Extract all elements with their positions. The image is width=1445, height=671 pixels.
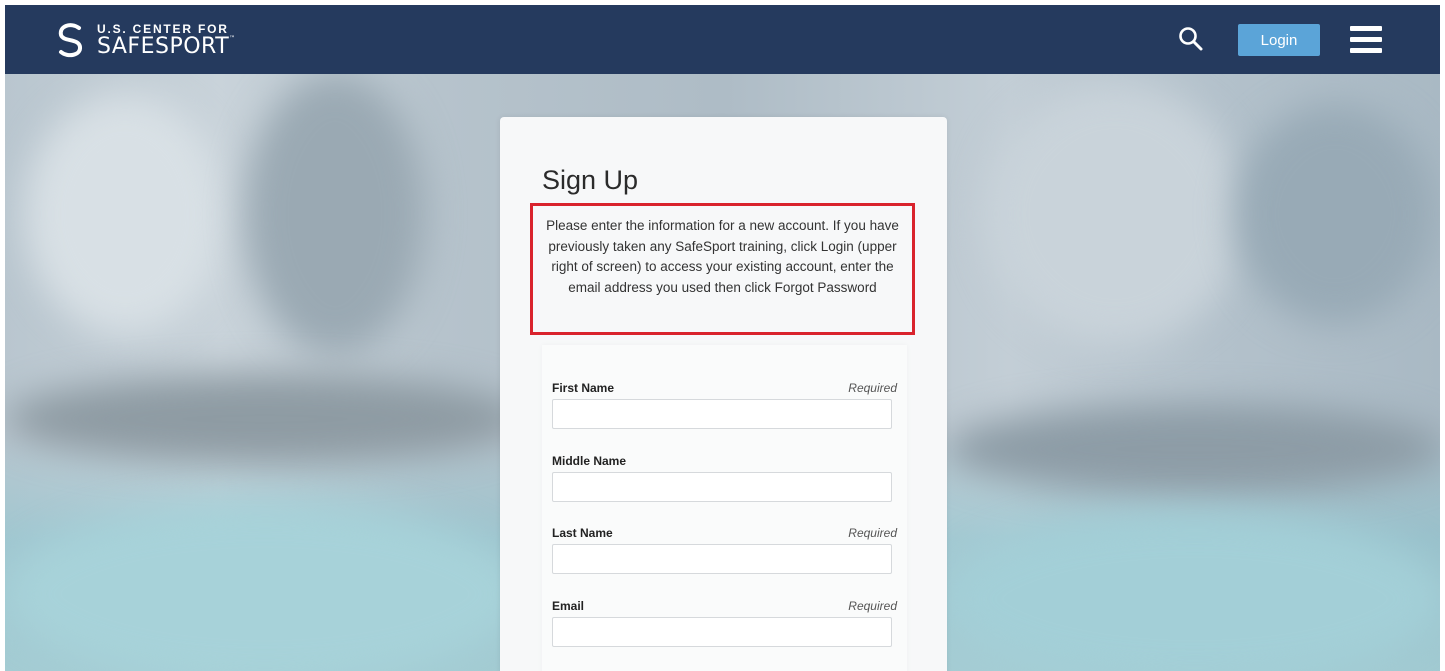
background-blur-shape: [245, 74, 425, 354]
logo-text: U.S. CENTER FOR SAFESPORT™: [97, 23, 236, 58]
signup-form: First Name Required Middle Name Last Nam…: [542, 345, 907, 671]
middle-name-input[interactable]: [552, 472, 892, 502]
menu-bar: [1350, 48, 1382, 53]
account-notice: Please enter the information for a new a…: [530, 203, 915, 335]
login-button[interactable]: Login: [1238, 24, 1320, 56]
background-blur-shape: [945, 404, 1440, 494]
top-navbar: U.S. CENTER FOR SAFESPORT™ Login: [5, 5, 1440, 74]
required-indicator: Required: [848, 599, 897, 613]
safesport-logo-mark-icon: [58, 23, 82, 58]
logo-line2: SAFESPORT: [97, 33, 230, 59]
search-icon: [1179, 27, 1203, 51]
background-blur-shape: [5, 504, 525, 671]
middle-name-label: Middle Name: [552, 454, 627, 468]
logo-trademark: ™: [229, 34, 236, 42]
email-label: Email: [552, 599, 585, 613]
first-name-input[interactable]: [552, 399, 892, 429]
logo-line2-wrap: SAFESPORT™: [97, 33, 236, 59]
background-blur-shape: [985, 84, 1245, 344]
menu-bar: [1350, 26, 1382, 31]
signup-card: Sign Up Please enter the information for…: [500, 117, 947, 671]
last-name-label: Last Name: [552, 526, 613, 540]
last-name-input[interactable]: [552, 544, 892, 574]
signup-title: Sign Up: [542, 165, 639, 195]
first-name-label: First Name: [552, 381, 615, 395]
hamburger-menu-icon[interactable]: [1350, 26, 1382, 54]
background-blur-shape: [945, 514, 1440, 671]
menu-bar: [1350, 37, 1382, 42]
background-blur-shape: [1235, 104, 1435, 324]
email-input[interactable]: [552, 617, 892, 647]
page-frame: U.S. CENTER FOR SAFESPORT™ Login Sign Up: [5, 5, 1440, 671]
required-indicator: Required: [848, 381, 897, 395]
required-indicator: Required: [848, 526, 897, 540]
background-blur-shape: [5, 374, 525, 464]
background-blur-shape: [25, 94, 225, 334]
search-button[interactable]: [1178, 26, 1204, 52]
safesport-logo[interactable]: U.S. CENTER FOR SAFESPORT™: [51, 17, 236, 63]
